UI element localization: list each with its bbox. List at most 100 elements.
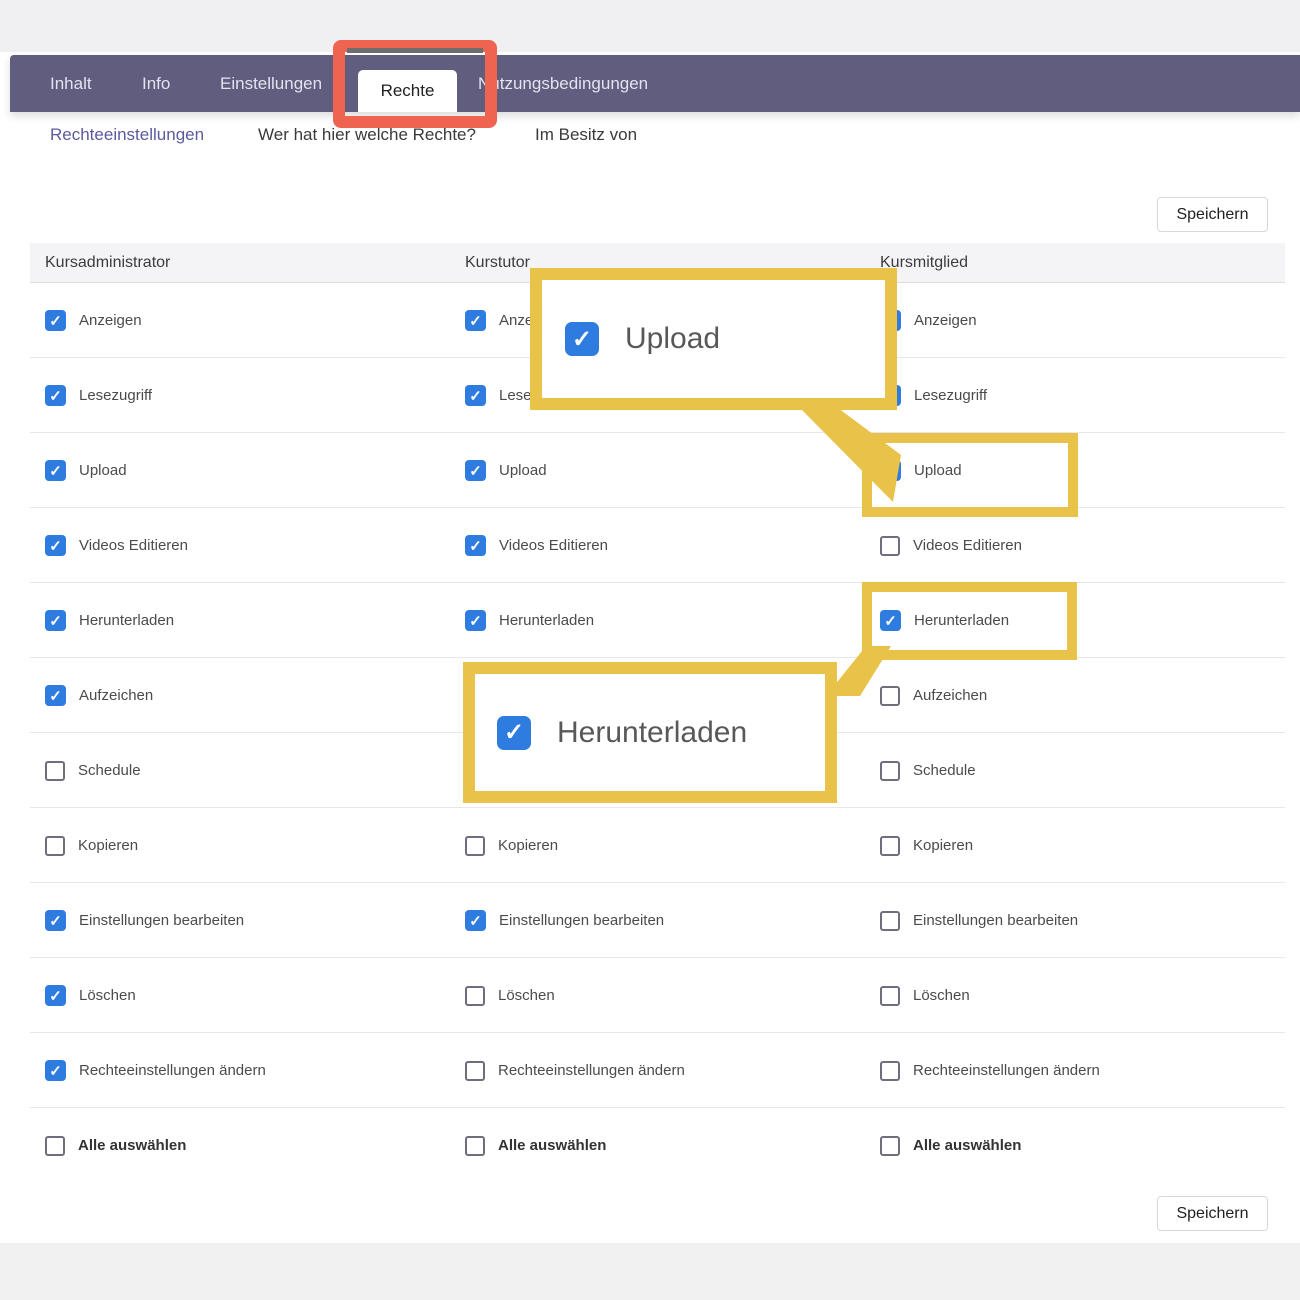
checkbox-checked-2-1[interactable]: ✓ xyxy=(465,460,486,481)
callout-upload-checkbox[interactable]: ✓ xyxy=(565,322,599,356)
checkbox-unchecked-10-1[interactable] xyxy=(465,1061,485,1081)
permission-cell: Kopieren xyxy=(880,808,973,883)
checkbox-checked-0-0[interactable]: ✓ xyxy=(45,310,66,331)
checkbox-checked-1-0[interactable]: ✓ xyxy=(45,385,66,406)
checkbox-unchecked-6-0[interactable] xyxy=(45,761,65,781)
tab-inhalt[interactable]: Inhalt xyxy=(50,55,92,112)
main-nav-bar: Inhalt Info Einstellungen Rechte Nutzung… xyxy=(10,55,1300,112)
permission-label[interactable]: Aufzeichen xyxy=(79,687,153,704)
permission-cell: ✓ Aufzeichen xyxy=(45,658,153,733)
permission-label[interactable]: Kopieren xyxy=(78,837,138,854)
tab-info[interactable]: Info xyxy=(142,55,170,112)
checkbox-unchecked-11-1[interactable] xyxy=(465,1136,485,1156)
permission-label[interactable]: Einstellungen bearbeiten xyxy=(499,912,664,929)
subnav-rechteeinstellungen[interactable]: Rechteeinstellungen xyxy=(50,125,204,152)
table-row: Kopieren Kopieren Kopieren xyxy=(30,808,1285,883)
permission-cell: Löschen xyxy=(465,958,555,1033)
save-button-bottom[interactable]: Speichern xyxy=(1157,1196,1268,1231)
permission-label[interactable]: Herunterladen xyxy=(79,612,174,629)
checkbox-checked-8-1[interactable]: ✓ xyxy=(465,910,486,931)
checkbox-checked-3-1[interactable]: ✓ xyxy=(465,535,486,556)
permission-label[interactable]: Herunterladen xyxy=(499,612,594,629)
permission-label[interactable]: Herunterladen xyxy=(914,612,1009,629)
checkbox-checked-2-2[interactable]: ✓ xyxy=(880,460,901,481)
subnav-wer-hat-rechte[interactable]: Wer hat hier welche Rechte? xyxy=(258,125,476,152)
checkbox-unchecked-7-0[interactable] xyxy=(45,836,65,856)
permission-label[interactable]: Kopieren xyxy=(913,837,973,854)
permission-label[interactable]: Rechteeinstellungen ändern xyxy=(79,1062,266,1079)
permission-label[interactable]: Alle auswählen xyxy=(498,1137,606,1154)
permission-label[interactable]: Rechteeinstellungen ändern xyxy=(498,1062,685,1079)
permission-cell: Rechteeinstellungen ändern xyxy=(880,1033,1100,1108)
permission-label[interactable]: Videos Editieren xyxy=(79,537,188,554)
permission-label[interactable]: Einstellungen bearbeiten xyxy=(79,912,244,929)
permission-cell: ✓ Herunterladen xyxy=(45,583,174,658)
permission-cell: ✓ Upload xyxy=(45,433,127,508)
table-row: ✓ Einstellungen bearbeiten ✓ Einstellungen … xyxy=(30,883,1285,958)
callout-upload: ✓ Upload xyxy=(530,268,897,410)
permission-cell: Kopieren xyxy=(45,808,138,883)
permission-label[interactable]: Upload xyxy=(79,462,127,479)
checkbox-unchecked-10-2[interactable] xyxy=(880,1061,900,1081)
callout-herunterladen-label: Herunterladen xyxy=(557,716,747,750)
permission-cell: Schedule xyxy=(45,733,141,808)
callout-herunterladen-checkbox[interactable]: ✓ xyxy=(497,716,531,750)
save-button-top[interactable]: Speichern xyxy=(1157,197,1268,232)
permission-label[interactable]: Videos Editieren xyxy=(913,537,1022,554)
permission-cell: Löschen xyxy=(880,958,970,1033)
checkbox-checked-4-2[interactable]: ✓ xyxy=(880,610,901,631)
permissions-page: Inhalt Info Einstellungen Rechte Nutzung… xyxy=(0,0,1300,1300)
checkbox-unchecked-8-2[interactable] xyxy=(880,911,900,931)
checkbox-unchecked-9-1[interactable] xyxy=(465,986,485,1006)
permission-label[interactable]: Kopieren xyxy=(498,837,558,854)
checkbox-unchecked-9-2[interactable] xyxy=(880,986,900,1006)
checkbox-checked-1-1[interactable]: ✓ xyxy=(465,385,486,406)
table-row: ✓ Löschen Löschen Löschen xyxy=(30,958,1285,1033)
permission-label[interactable]: Alle auswählen xyxy=(78,1137,186,1154)
checkbox-unchecked-11-0[interactable] xyxy=(45,1136,65,1156)
permission-label[interactable]: Löschen xyxy=(498,987,555,1004)
permission-cell: Aufzeichen xyxy=(880,658,987,733)
permission-label[interactable]: Einstellungen bearbeiten xyxy=(913,912,1078,929)
permission-label[interactable]: Löschen xyxy=(913,987,970,1004)
table-row: ✓ Herunterladen ✓ Herunterladen ✓ Herunterlad… xyxy=(30,583,1285,658)
checkbox-unchecked-7-1[interactable] xyxy=(465,836,485,856)
permission-label[interactable]: Alle auswählen xyxy=(913,1137,1021,1154)
table-row: ✓ Rechteeinstellungen ändern Rechteeinstel… xyxy=(30,1033,1285,1108)
permission-label[interactable]: Upload xyxy=(499,462,547,479)
tab-einstellungen[interactable]: Einstellungen xyxy=(220,55,322,112)
checkbox-checked-5-0[interactable]: ✓ xyxy=(45,685,66,706)
permission-label[interactable]: Upload xyxy=(914,462,962,479)
checkbox-checked-3-0[interactable]: ✓ xyxy=(45,535,66,556)
checkbox-checked-4-1[interactable]: ✓ xyxy=(465,610,486,631)
tab-nutzungsbedingungen[interactable]: Nutzungsbedingungen xyxy=(478,55,648,112)
permission-cell: Alle auswählen xyxy=(45,1108,186,1183)
checkbox-checked-8-0[interactable]: ✓ xyxy=(45,910,66,931)
checkbox-unchecked-5-2[interactable] xyxy=(880,686,900,706)
subnav-im-besitz-von[interactable]: Im Besitz von xyxy=(535,125,637,152)
permission-label[interactable]: Rechteeinstellungen ändern xyxy=(913,1062,1100,1079)
checkbox-unchecked-3-2[interactable] xyxy=(880,536,900,556)
permission-label[interactable]: Löschen xyxy=(79,987,136,1004)
permission-label[interactable]: Lesezugriff xyxy=(914,387,987,404)
checkbox-unchecked-7-2[interactable] xyxy=(880,836,900,856)
permission-label[interactable]: Schedule xyxy=(78,762,141,779)
permission-label[interactable]: Anzeigen xyxy=(79,312,142,329)
checkbox-checked-2-0[interactable]: ✓ xyxy=(45,460,66,481)
permission-label[interactable]: Lesezugriff xyxy=(79,387,152,404)
checkbox-checked-4-0[interactable]: ✓ xyxy=(45,610,66,631)
checkbox-unchecked-6-2[interactable] xyxy=(880,761,900,781)
table-row: ✓ Videos Editieren ✓ Videos Editieren Videos… xyxy=(30,508,1285,583)
permission-cell: ✓ Einstellungen bearbeiten xyxy=(45,883,244,958)
checkbox-checked-10-0[interactable]: ✓ xyxy=(45,1060,66,1081)
checkbox-unchecked-11-2[interactable] xyxy=(880,1136,900,1156)
checkbox-checked-9-0[interactable]: ✓ xyxy=(45,985,66,1006)
checkbox-checked-0-1[interactable]: ✓ xyxy=(465,310,486,331)
permission-cell: ✓ Videos Editieren xyxy=(465,508,608,583)
permission-label[interactable]: Schedule xyxy=(913,762,976,779)
permission-label[interactable]: Aufzeichen xyxy=(913,687,987,704)
permission-label[interactable]: Videos Editieren xyxy=(499,537,608,554)
permission-cell: Kopieren xyxy=(465,808,558,883)
permission-label[interactable]: Anzeigen xyxy=(914,312,977,329)
tab-rechte-active[interactable]: Rechte xyxy=(358,70,457,112)
